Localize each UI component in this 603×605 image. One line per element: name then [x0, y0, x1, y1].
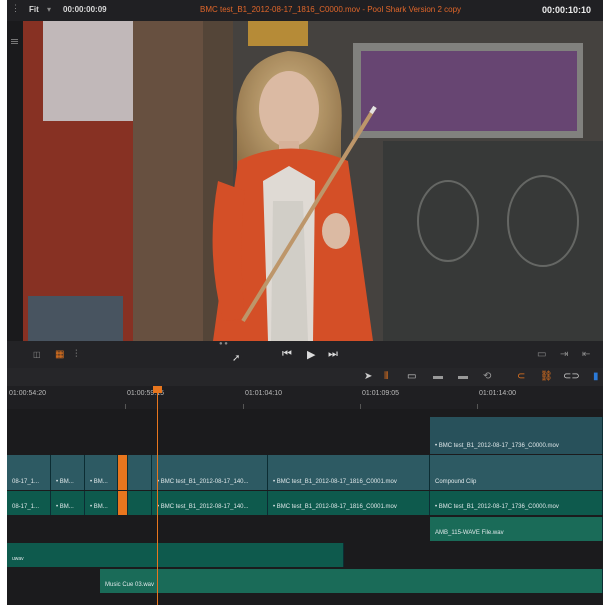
ruler-timecode: 01:01:04:10	[245, 390, 282, 397]
video-frame-image	[23, 21, 603, 341]
overwrite-clip-icon[interactable]: ▬	[458, 371, 468, 382]
timeline-tracks: • BMC test_B1_2012-08-17_1736_C0000.mov …	[7, 409, 603, 605]
playhead[interactable]	[157, 386, 158, 605]
replace-clip-icon[interactable]: ⟲	[483, 371, 491, 382]
mark-in-icon[interactable]: ⇥	[560, 349, 568, 360]
timeline-ruler[interactable]: 01:00:54:20 01:00:59:15 01:01:04:10 01:0…	[7, 386, 603, 410]
mouse-cursor-icon: ➚	[232, 353, 241, 364]
timeline-clip[interactable]: • BM...	[51, 455, 85, 490]
insert-clip-icon[interactable]: ▬	[433, 371, 443, 382]
zoom-fit-dropdown[interactable]: Fit	[29, 5, 39, 14]
linked-selection-icon[interactable]: ⛓	[540, 371, 553, 382]
ruler-timecode: 01:01:09:05	[362, 390, 399, 397]
video-viewer[interactable]	[23, 21, 603, 341]
ruler-timecode: 01:01:14:00	[479, 390, 516, 397]
compound-clip[interactable]: Compound Clip	[430, 455, 603, 490]
selected-clip[interactable]	[118, 455, 128, 490]
trim-tool-icon[interactable]: ⦀	[384, 371, 388, 382]
position-lock-icon[interactable]: ⊂⊃	[563, 371, 580, 382]
waveform-icon[interactable]: ⫶	[75, 349, 78, 360]
viewer-title: BMC test_B1_2012-08-17_1816_C0000.mov - …	[200, 5, 462, 14]
audio-clip[interactable]: Music Cue 03.wav	[100, 569, 603, 593]
timeline-timecode: 00:00:10:10	[541, 5, 591, 15]
timeline-clip[interactable]: • BMC test_B1_2012-08-17_140...	[152, 491, 268, 515]
chevron-down-icon[interactable]: ▾	[47, 5, 51, 14]
timeline-clip[interactable]: • BMC test_B1_2012-08-17_1816_C0001.mov	[268, 455, 430, 490]
flag-icon[interactable]: ▮	[593, 371, 599, 382]
timeline-clip[interactable]	[128, 491, 152, 515]
mark-out-icon[interactable]: ⇤	[582, 349, 590, 360]
clip-view-icon[interactable]: ▦	[55, 349, 64, 360]
go-to-start-button[interactable]: ⏮	[282, 348, 292, 361]
timeline-clip[interactable]	[128, 455, 152, 490]
timeline-clip[interactable]: • BMC test_B1_2012-08-17_1736_C0000.mov	[430, 491, 603, 515]
timeline-clip[interactable]: 08-17_1...	[7, 455, 51, 490]
go-to-end-button[interactable]: ⏭	[328, 348, 338, 361]
audio-meter-icon[interactable]: ◫	[33, 350, 41, 359]
timeline-clip[interactable]: • BM...	[85, 455, 118, 490]
audio-clip[interactable]: uwav	[7, 543, 344, 567]
play-button[interactable]: ▶	[307, 348, 315, 361]
snapping-icon[interactable]: ⊂	[517, 371, 525, 382]
ruler-timecode: 01:00:54:20	[9, 390, 46, 397]
resolve-edit-page: ⋮ Fit ▾ 00:00:00:09 BMC test_B1_2012-08-…	[7, 0, 603, 605]
timeline-toolbar: ➤ ⦀ ▭ ▬ ▬ ⟲ ⊂ ⛓ ⊂⊃ ▮	[7, 368, 603, 387]
timeline-clip[interactable]: • BMC test_B1_2012-08-17_140...	[152, 455, 268, 490]
selection-tool-icon[interactable]: ➤	[364, 371, 372, 382]
source-timecode: 00:00:00:09	[63, 5, 107, 14]
timeline-clip[interactable]: • BMC test_B1_2012-08-17_1816_C0001.mov	[268, 491, 430, 515]
viewer-header: ⋮ Fit ▾ 00:00:00:09 BMC test_B1_2012-08-…	[7, 0, 603, 22]
options-menu-icon[interactable]: ⋮	[11, 3, 20, 14]
match-frame-icon[interactable]: ▭	[537, 349, 546, 360]
timeline-clip[interactable]: • BM...	[51, 491, 85, 515]
timeline-clip[interactable]: 08-17_1...	[7, 491, 51, 515]
hamburger-icon[interactable]	[11, 39, 18, 40]
playhead-handle[interactable]	[153, 386, 162, 393]
jog-handle[interactable]: ● ●	[217, 341, 247, 348]
timeline-clip[interactable]: • BMC test_B1_2012-08-17_1736_C0000.mov	[430, 417, 603, 454]
timeline-clip[interactable]: • BM...	[85, 491, 118, 515]
viewer-side-strip	[7, 21, 23, 341]
audio-clip[interactable]: AMB_115-WAVE File.wav	[430, 517, 603, 541]
transport-bar: ◫ ▦ ⫶ ● ● ➚ ⏮ ▶ ⏭ ▭ ⇥ ⇤	[7, 341, 603, 369]
blade-tool-icon[interactable]: ▭	[407, 371, 416, 382]
selected-clip[interactable]	[118, 491, 128, 515]
